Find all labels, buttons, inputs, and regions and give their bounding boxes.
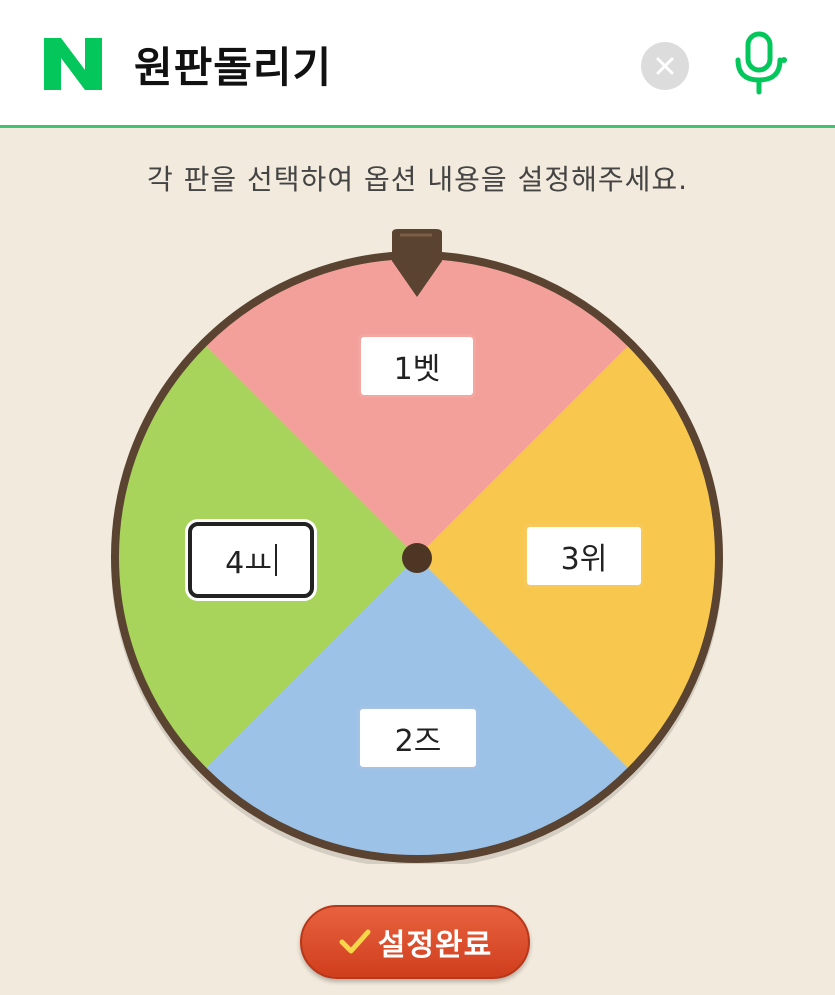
naver-logo-icon[interactable] — [42, 36, 104, 92]
microphone-icon[interactable] — [730, 30, 788, 96]
check-icon — [339, 929, 371, 954]
segment-label-3[interactable]: 3위 — [524, 524, 644, 588]
wheel-pointer-icon — [392, 229, 442, 297]
search-header: 원판돌리기 — [0, 0, 835, 128]
segment-label-1[interactable]: 1벳 — [358, 334, 476, 398]
segment-label-2[interactable]: 2즈 — [357, 706, 479, 770]
close-icon — [656, 57, 674, 75]
done-button[interactable]: 설정완료 — [300, 905, 530, 979]
text-cursor — [274, 544, 277, 576]
wheel-hub — [402, 543, 432, 573]
search-query-text[interactable]: 원판돌리기 — [134, 34, 332, 95]
instruction-text: 각 판을 선택하여 옵션 내용을 설정해주세요. — [146, 163, 689, 196]
done-button-label: 설정완료 — [377, 928, 493, 963]
clear-search-button[interactable] — [641, 42, 689, 90]
segment-label-4-text: 4ㅛ — [225, 546, 272, 581]
segment-label-4-input[interactable]: 4ㅛ — [188, 522, 314, 598]
